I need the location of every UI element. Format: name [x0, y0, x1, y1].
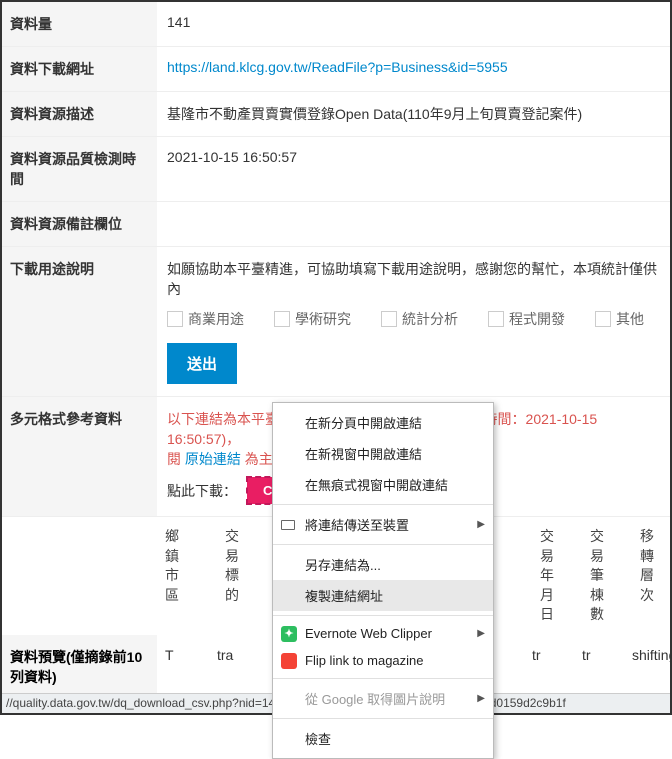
context-menu: 在新分頁中開啟連結 在新視窗中開啟連結 在無痕式視窗中開啟連結 將連結傳送至裝置… — [272, 402, 494, 759]
field-label-remark: 資料資源備註欄位 — [2, 202, 157, 246]
menu-open-new-window[interactable]: 在新視窗中開啟連結 — [273, 438, 493, 469]
menu-copy-link-address[interactable]: 複製連結網址 — [273, 580, 493, 611]
device-icon — [281, 520, 295, 530]
checkbox-academic[interactable]: 學術研究 — [274, 309, 351, 329]
table-cell: tr — [582, 647, 632, 663]
table-header-count: 交易筆棟數 — [590, 527, 640, 625]
field-label-resourcedesc: 資料資源描述 — [2, 92, 157, 136]
menu-save-link-as[interactable]: 另存連結為... — [273, 549, 493, 580]
menu-google-image[interactable]: 從 Google 取得圖片說明 ▶ — [273, 683, 493, 714]
menu-separator — [273, 678, 493, 679]
table-header-district: 鄉鎮市區 — [165, 527, 225, 625]
table-cell: shifting — [632, 647, 670, 663]
flipboard-icon — [281, 653, 297, 669]
table-cell: tra — [217, 647, 277, 663]
original-link[interactable]: 原始連結 — [185, 451, 241, 467]
menu-inspect[interactable]: 檢查 — [273, 723, 493, 754]
table-cell: T — [157, 647, 217, 663]
field-label-purpose: 下載用途說明 — [2, 247, 157, 396]
chevron-right-icon: ▶ — [477, 693, 485, 704]
chevron-right-icon: ▶ — [477, 628, 485, 639]
evernote-icon: ✦ — [281, 626, 297, 642]
field-label-qctime: 資料資源品質檢測時間 — [2, 137, 157, 201]
menu-separator — [273, 544, 493, 545]
table-header-date: 交易年月日 — [540, 527, 590, 625]
menu-send-to-device[interactable]: 將連結傳送至裝置 ▶ — [273, 509, 493, 540]
table-cell: tr — [532, 647, 582, 663]
menu-open-incognito[interactable]: 在無痕式視窗中開啟連結 — [273, 469, 493, 500]
menu-separator — [273, 615, 493, 616]
checkbox-other[interactable]: 其他 — [595, 309, 644, 329]
chevron-right-icon: ▶ — [477, 519, 485, 530]
field-label-preview: 資料預覽(僅摘錄前10列資料) — [2, 635, 157, 697]
menu-separator — [273, 504, 493, 505]
field-label-downloadurl: 資料下載網址 — [2, 47, 157, 91]
checkbox-programming[interactable]: 程式開發 — [488, 309, 565, 329]
field-value-qctime: 2021-10-15 16:50:57 — [157, 137, 670, 201]
checkbox-statistics[interactable]: 統計分析 — [381, 309, 458, 329]
field-label-multiformat: 多元格式參考資料 — [2, 397, 157, 516]
download-url-link[interactable]: https://land.klcg.gov.tw/ReadFile?p=Busi… — [167, 59, 508, 75]
submit-button[interactable]: 送出 — [167, 343, 237, 384]
menu-flipboard[interactable]: Flip link to magazine — [273, 647, 493, 674]
menu-separator — [273, 718, 493, 719]
menu-evernote[interactable]: ✦ Evernote Web Clipper ▶ — [273, 620, 493, 647]
menu-open-new-tab[interactable]: 在新分頁中開啟連結 — [273, 407, 493, 438]
field-value-remark — [157, 202, 670, 246]
table-header-floor: 移轉層次 — [640, 527, 670, 625]
download-here-label: 點此下載： — [167, 481, 237, 501]
field-label-datacount: 資料量 — [2, 2, 157, 46]
field-value-datacount: 141 — [157, 2, 670, 46]
field-value-resourcedesc: 基隆市不動產買賣實價登錄Open Data(110年9月上旬買賣登記案件) — [157, 92, 670, 136]
purpose-description: 如願協助本平臺精進，可協助填寫下載用途說明，感謝您的幫忙，本項統計僅供內 — [167, 259, 660, 299]
checkbox-commercial[interactable]: 商業用途 — [167, 309, 244, 329]
